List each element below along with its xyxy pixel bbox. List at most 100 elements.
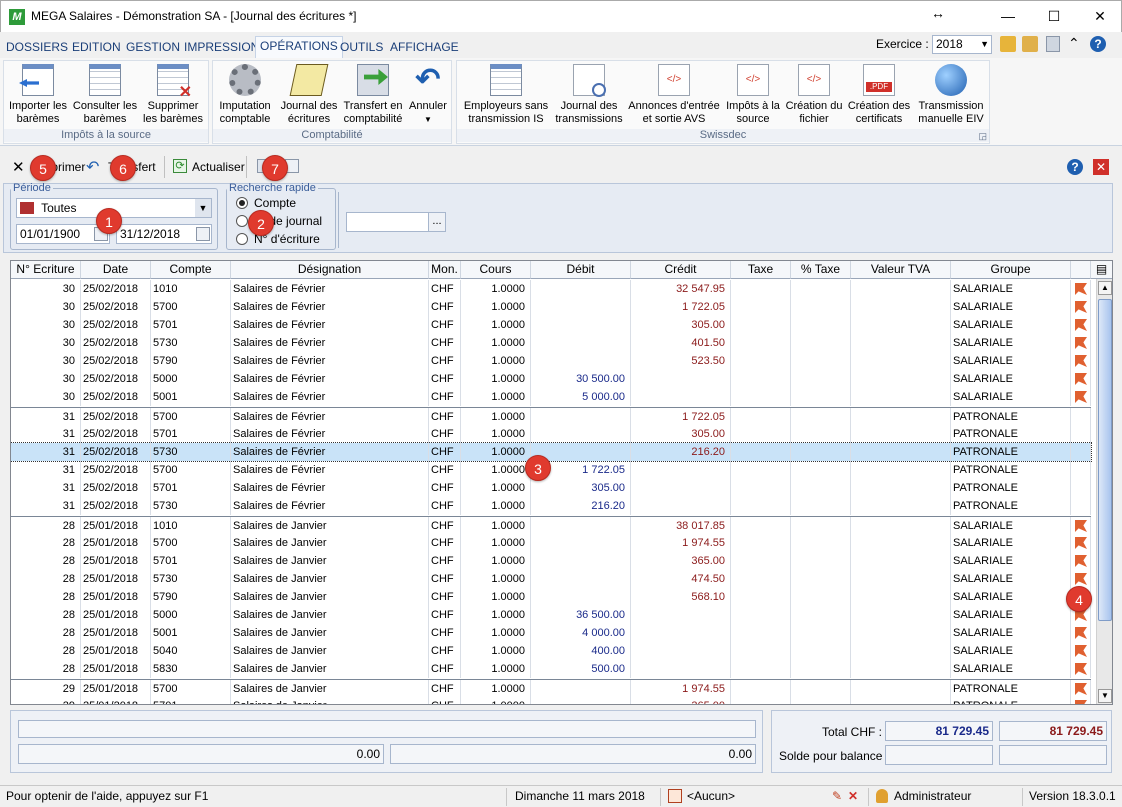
help-icon[interactable]: ?: [1067, 159, 1083, 175]
table-row[interactable]: 28 25/01/2018 5000 Salaires de Janvier CHF 1.…: [11, 606, 1091, 624]
col-pct-taxe-header[interactable]: % Taxe: [791, 261, 851, 279]
exercice-select[interactable]: 2018 ▼: [932, 35, 992, 54]
transmission-eiv-button[interactable]: Transmission manuelle EIV: [914, 64, 988, 126]
flag-icon[interactable]: [1075, 555, 1087, 567]
transfert-comptabilite-button[interactable]: Transfert en comptabilité: [342, 64, 404, 126]
creation-fichier-button[interactable]: </> Création du fichier: [784, 64, 844, 126]
menu-affichage[interactable]: AFFICHAGE: [390, 40, 459, 54]
creation-certificats-button[interactable]: .PDF Création des certificats: [846, 64, 912, 126]
table-row[interactable]: 28 25/01/2018 5790 Salaires de Janvier CHF 1.…: [11, 588, 1091, 606]
table-row[interactable]: 30 25/02/2018 5790 Salaires de Février CHF 1.…: [11, 352, 1091, 370]
col-groupe-header[interactable]: Groupe: [951, 261, 1071, 279]
col-designation-header[interactable]: Désignation: [231, 261, 429, 279]
menu-operations[interactable]: OPÉRATIONS: [255, 36, 343, 58]
imputation-comptable-button[interactable]: Imputation comptable: [214, 64, 276, 126]
vertical-scrollbar[interactable]: ▲ ▼: [1096, 279, 1112, 704]
flag-icon[interactable]: [1075, 373, 1087, 385]
col-date-header[interactable]: Date: [81, 261, 151, 279]
table-row[interactable]: 31 25/02/2018 5700 Salaires de Février CHF 1.…: [11, 407, 1091, 426]
flag-icon[interactable]: [1075, 700, 1087, 704]
flag-icon[interactable]: [1075, 645, 1087, 657]
refresh-icon[interactable]: ⟳: [173, 159, 187, 173]
journal-ecritures-button[interactable]: Journal des écritures: [278, 64, 340, 126]
employeurs-sans-transmission-button[interactable]: Employeurs sans transmission IS: [460, 64, 552, 126]
table-row[interactable]: 28 25/01/2018 5730 Salaires de Janvier CHF 1.…: [11, 570, 1091, 588]
table-row[interactable]: 31 25/02/2018 5701 Salaires de Février CHF 1.…: [11, 425, 1091, 443]
edit-pencil-icon[interactable]: ✎: [832, 789, 842, 803]
flag-icon[interactable]: [1075, 537, 1087, 549]
table-row[interactable]: 30 25/02/2018 5001 Salaires de Février CHF 1.…: [11, 388, 1091, 406]
col-valeur-tva-header[interactable]: Valeur TVA: [851, 261, 951, 279]
table-row[interactable]: 31 25/02/2018 5730 Salaires de Février CHF 1.…: [11, 497, 1091, 515]
col-monnaie-header[interactable]: Mon.: [429, 261, 461, 279]
col-compte-header[interactable]: Compte: [151, 261, 231, 279]
delete-x-icon[interactable]: ✕: [12, 158, 25, 176]
table-row[interactable]: 30 25/02/2018 5700 Salaires de Février CHF 1.…: [11, 298, 1091, 316]
column-chooser-icon[interactable]: ▤: [1091, 261, 1112, 279]
close-panel-icon[interactable]: ✕: [1093, 159, 1109, 175]
flag-icon[interactable]: [1075, 391, 1087, 403]
annuler-button[interactable]: ↶ Annuler ▼: [406, 64, 450, 126]
table-row[interactable]: 30 25/02/2018 5701 Salaires de Février CHF 1.…: [11, 316, 1091, 334]
radio-numero-ecriture[interactable]: N° d'écriture: [236, 232, 320, 246]
col-cours-header[interactable]: Cours: [461, 261, 531, 279]
col-debit-header[interactable]: Débit: [531, 261, 631, 279]
menu-edition[interactable]: EDITION: [72, 40, 121, 54]
maximize-button[interactable]: ☐: [1031, 1, 1077, 32]
date-to-input[interactable]: 31/12/2018: [116, 224, 212, 244]
import-baremes-button[interactable]: Importer les barèmes: [6, 64, 70, 126]
dialog-launcher-icon[interactable]: ◲: [978, 131, 987, 142]
table-row[interactable]: 30 25/02/2018 1010 Salaires de Février CHF 1.…: [11, 280, 1091, 298]
scroll-up-icon[interactable]: ▲: [1098, 281, 1112, 295]
flag-icon[interactable]: [1075, 319, 1087, 331]
flag-icon[interactable]: [1075, 301, 1087, 313]
scroll-thumb[interactable]: [1098, 299, 1112, 621]
transfer-undo-icon[interactable]: ↶: [86, 157, 99, 177]
flag-icon[interactable]: [1075, 627, 1087, 639]
table-row[interactable]: 31 25/02/2018 5700 Salaires de Février CHF 1.…: [11, 461, 1091, 479]
consulter-baremes-button[interactable]: Consulter les barèmes: [72, 64, 138, 126]
calculator-icon[interactable]: [1046, 36, 1060, 52]
flag-icon[interactable]: [1075, 683, 1087, 695]
table-row[interactable]: 28 25/01/2018 5040 Salaires de Janvier CHF 1.…: [11, 642, 1091, 660]
annonces-avs-button[interactable]: </> Annonces d'entrée et sortie AVS: [626, 64, 722, 126]
table-row[interactable]: 28 25/01/2018 1010 Salaires de Janvier CHF 1.…: [11, 516, 1091, 535]
help-icon[interactable]: ?: [1090, 36, 1106, 52]
table-row[interactable]: 28 25/01/2018 5001 Salaires de Janvier CHF 1.…: [11, 624, 1091, 642]
browse-button[interactable]: ...: [428, 212, 446, 232]
flag-icon[interactable]: [1075, 520, 1087, 532]
flag-icon[interactable]: [1075, 283, 1087, 295]
notes-icon[interactable]: [1022, 36, 1038, 52]
search-input[interactable]: [346, 212, 430, 232]
supprimer-baremes-button[interactable]: ✕ Supprimer les barèmes: [140, 64, 206, 126]
impots-source-button[interactable]: </> Impôts à la source: [724, 64, 782, 126]
flag-icon[interactable]: [1075, 663, 1087, 675]
journal-transmissions-button[interactable]: Journal des transmissions: [554, 64, 624, 126]
scroll-down-icon[interactable]: ▼: [1098, 689, 1112, 703]
table-row[interactable]: 28 25/01/2018 5700 Salaires de Janvier CHF 1.…: [11, 534, 1091, 552]
table-row[interactable]: 30 25/02/2018 5730 Salaires de Février CHF 1.…: [11, 334, 1091, 352]
cancel-x-icon[interactable]: ✕: [848, 789, 858, 803]
close-button[interactable]: ✕: [1077, 1, 1122, 32]
folder-icon[interactable]: [1000, 36, 1016, 52]
col-credit-header[interactable]: Crédit: [631, 261, 731, 279]
table-row[interactable]: 30 25/02/2018 5000 Salaires de Février CHF 1.…: [11, 370, 1091, 388]
table-row[interactable]: 28 25/01/2018 5701 Salaires de Janvier CHF 1.…: [11, 552, 1091, 570]
table-row[interactable]: 29 25/01/2018 5700 Salaires de Janvier CHF 1.…: [11, 679, 1091, 698]
col-numero-header[interactable]: N° Ecriture: [11, 261, 81, 279]
minimize-button[interactable]: —: [985, 1, 1031, 32]
flag-icon[interactable]: [1075, 355, 1087, 367]
col-taxe-header[interactable]: Taxe: [731, 261, 791, 279]
menu-outils[interactable]: OUTILS: [340, 40, 383, 54]
resize-arrows-icon[interactable]: ↔: [931, 5, 945, 21]
date-picker-icon[interactable]: [196, 227, 210, 241]
menu-dossiers[interactable]: DOSSIERS: [6, 40, 68, 54]
table-row[interactable]: 31 25/02/2018 5701 Salaires de Février CHF 1.…: [11, 479, 1091, 497]
menu-impression[interactable]: IMPRESSION: [184, 40, 259, 54]
date-from-input[interactable]: 01/01/1900: [16, 224, 110, 244]
menu-gestion[interactable]: GESTION: [126, 40, 180, 54]
collapse-ribbon-icon[interactable]: ⌃: [1068, 35, 1080, 52]
table-row[interactable]: 28 25/01/2018 5830 Salaires de Janvier CHF 1.…: [11, 660, 1091, 678]
flag-icon[interactable]: [1075, 573, 1087, 585]
actualiser-button[interactable]: Actualiser: [192, 160, 245, 174]
